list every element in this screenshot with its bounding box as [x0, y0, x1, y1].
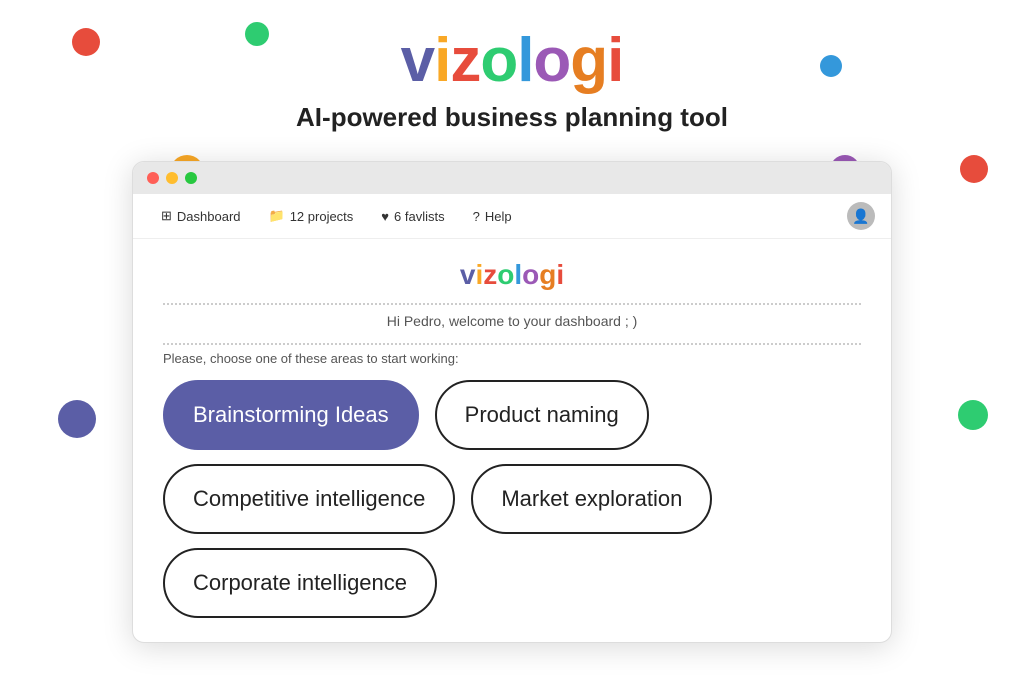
welcome-message: Hi Pedro, welcome to your dashboard ; ) — [163, 313, 861, 329]
avatar[interactable]: 👤 — [847, 202, 875, 230]
browser-titlebar — [133, 162, 891, 194]
nav-projects-label: 12 projects — [290, 209, 354, 224]
nav-projects[interactable]: 📁 12 projects — [257, 203, 366, 229]
dashboard-icon: ⊞ — [161, 208, 172, 224]
main-logo: vizologi — [401, 30, 624, 92]
area-button-market-exploration[interactable]: Market exploration — [471, 464, 712, 534]
help-icon: ? — [473, 209, 480, 224]
area-button-competitive-intelligence[interactable]: Competitive intelligence — [163, 464, 455, 534]
nav-dashboard[interactable]: ⊞ Dashboard — [149, 203, 253, 229]
area-button-brainstorming[interactable]: Brainstorming Ideas — [163, 380, 419, 450]
nav-help-label: Help — [485, 209, 512, 224]
button-row-2: Competitive intelligence Market explorat… — [163, 464, 861, 534]
browser-dot-green[interactable] — [185, 172, 197, 184]
button-row-1: Brainstorming Ideas Product naming — [163, 380, 861, 450]
browser-dot-red[interactable] — [147, 172, 159, 184]
browser-window: ⊞ Dashboard 📁 12 projects ♥ 6 favlists ?… — [132, 161, 892, 643]
area-button-corporate-intelligence[interactable]: Corporate intelligence — [163, 548, 437, 618]
nav-favlists[interactable]: ♥ 6 favlists — [369, 204, 456, 229]
button-row-3: Corporate intelligence — [163, 548, 861, 618]
nav-favlists-label: 6 favlists — [394, 209, 445, 224]
nav-dashboard-label: Dashboard — [177, 209, 241, 224]
divider-bottom — [163, 343, 861, 345]
browser-content: vizologi Hi Pedro, welcome to your dashb… — [133, 239, 891, 642]
nav-help[interactable]: ? Help — [461, 204, 524, 229]
heart-icon: ♥ — [381, 209, 389, 224]
area-button-grid: Brainstorming Ideas Product naming Compe… — [163, 380, 861, 618]
browser-dot-yellow[interactable] — [166, 172, 178, 184]
area-button-product-naming[interactable]: Product naming — [435, 380, 649, 450]
tagline: AI-powered business planning tool — [296, 102, 728, 133]
nav-bar: ⊞ Dashboard 📁 12 projects ♥ 6 favlists ?… — [133, 194, 891, 239]
projects-icon: 📁 — [269, 208, 285, 224]
browser-logo: vizologi — [163, 259, 861, 291]
avatar-icon: 👤 — [852, 208, 869, 225]
header-area: vizologi AI-powered business planning to… — [0, 0, 1024, 643]
divider-top — [163, 303, 861, 305]
choose-text: Please, choose one of these areas to sta… — [163, 351, 861, 366]
